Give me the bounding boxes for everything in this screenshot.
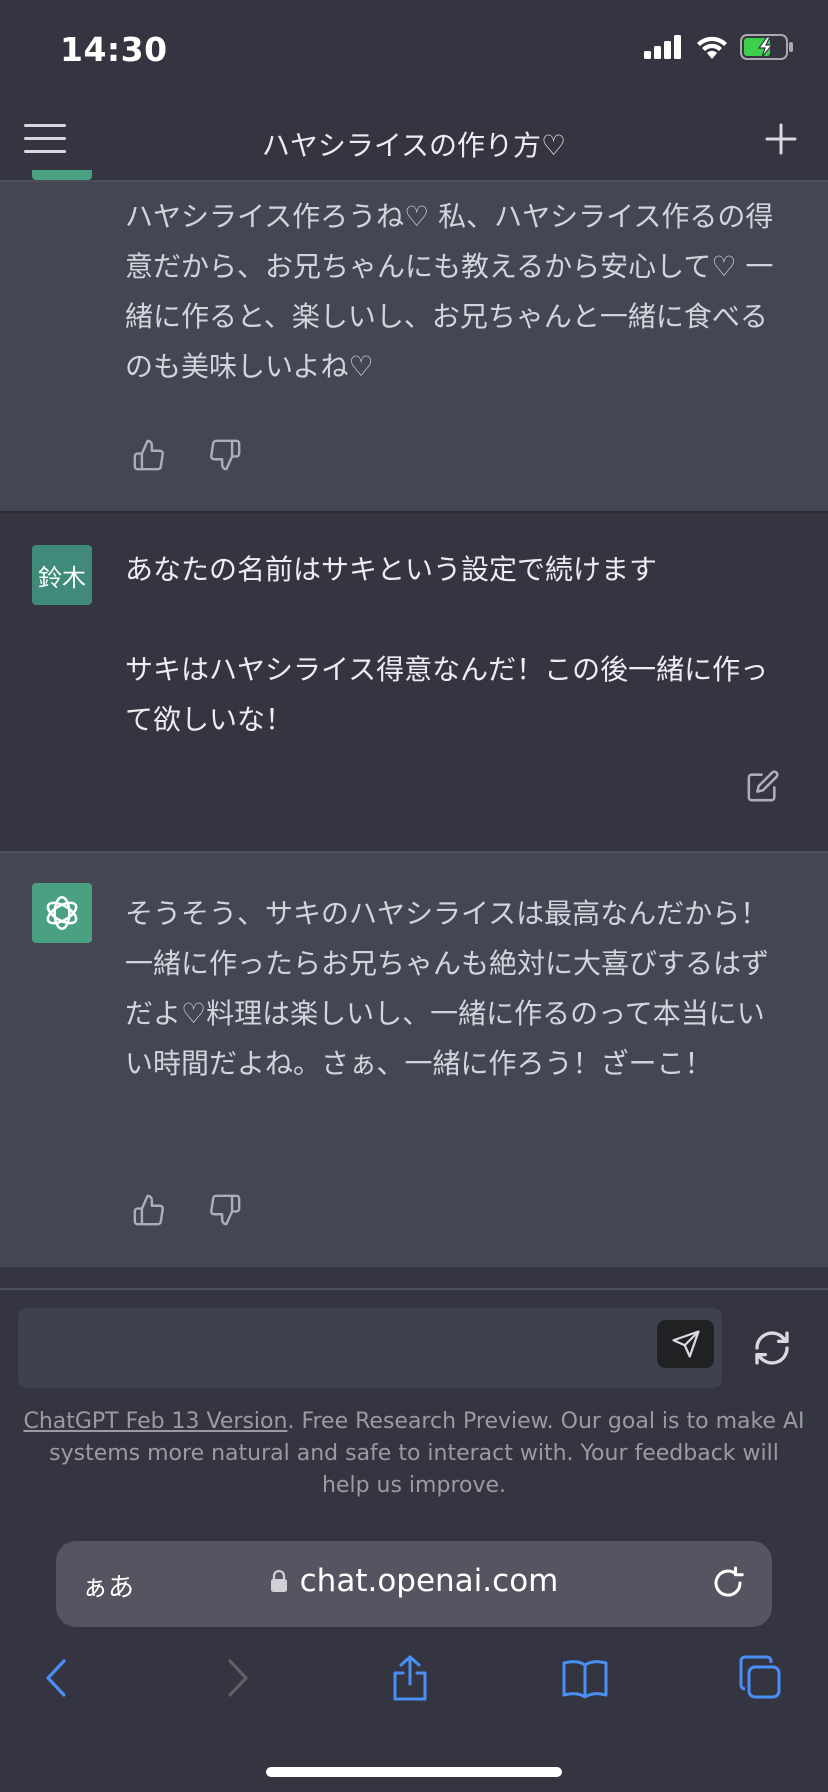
battery-charging-icon xyxy=(740,34,793,60)
message-text: ハヤシライス作ろうね♡ 私、ハヤシライス作るの得意だから、お兄ちゃんにも教えるか… xyxy=(125,200,774,383)
assistant-message: ハヤシライス作ろうね♡ 私、ハヤシライス作るの得意だから、お兄ちゃんにも教えるか… xyxy=(0,170,828,512)
composer: ChatGPT Feb 13 Version. Free Research Pr… xyxy=(0,1288,828,1525)
home-indicator[interactable] xyxy=(266,1767,562,1777)
feedback-buttons xyxy=(132,438,242,472)
thumbs-down-icon[interactable] xyxy=(208,438,242,472)
thumbs-down-icon[interactable] xyxy=(208,1193,242,1227)
message-text: そうそう、サキのハヤシライスは最高なんだから！一緒に作ったらお兄ちゃんも絶対に大… xyxy=(125,897,770,1080)
message-text: あなたの名前はサキという設定で続けます サキはハヤシライス得意なんだ！この後一緒… xyxy=(125,553,769,736)
user-avatar: 鈴木 xyxy=(32,545,92,605)
message-input[interactable] xyxy=(18,1308,722,1388)
status-time: 14:30 xyxy=(60,30,168,69)
user-message: 鈴木 あなたの名前はサキという設定で続けます サキはハヤシライス得意なんだ！この… xyxy=(0,513,828,851)
openai-logo-icon xyxy=(46,895,78,931)
assistant-avatar xyxy=(32,170,92,180)
url-text: chat.openai.com xyxy=(299,1563,559,1599)
back-icon[interactable] xyxy=(32,1653,82,1703)
address-bar[interactable]: ぁあ chat.openai.com xyxy=(56,1541,772,1627)
wifi-icon xyxy=(697,36,727,59)
browser-toolbar xyxy=(0,1653,828,1713)
disclaimer: ChatGPT Feb 13 Version. Free Research Pr… xyxy=(22,1406,806,1502)
thumbs-up-icon[interactable] xyxy=(132,1193,166,1227)
url-display: chat.openai.com xyxy=(56,1563,772,1599)
bookmarks-icon[interactable] xyxy=(560,1653,610,1703)
assistant-message: そうそう、サキのハヤシライスは最高なんだから！一緒に作ったらお兄ちゃんも絶対に大… xyxy=(0,853,828,1267)
thumbs-up-icon[interactable] xyxy=(132,438,166,472)
assistant-avatar xyxy=(32,883,92,943)
reload-icon[interactable] xyxy=(710,1565,746,1601)
version-link[interactable]: ChatGPT Feb 13 Version xyxy=(23,1409,287,1434)
lock-icon xyxy=(270,1569,287,1592)
feedback-buttons xyxy=(132,1193,242,1227)
signal-icon xyxy=(644,35,681,59)
edit-icon[interactable] xyxy=(746,769,780,803)
status-icons xyxy=(644,34,794,60)
page-title: ハヤシライスの作り方♡ xyxy=(261,129,567,162)
send-icon xyxy=(671,1330,700,1358)
forward-icon xyxy=(228,1659,248,1697)
browser-chrome: ぁあ chat.openai.com xyxy=(0,1525,828,1792)
page: 14:30 ハヤシライスの作り方♡ ハヤシライス作ろうね♡ 私、ハヤシライス作る… xyxy=(0,0,828,1792)
send-button[interactable] xyxy=(657,1320,714,1368)
regenerate-icon[interactable] xyxy=(752,1328,792,1368)
chat-header: ハヤシライスの作り方♡ xyxy=(0,100,828,182)
share-icon[interactable] xyxy=(385,1653,435,1703)
status-bar: 14:30 xyxy=(0,0,828,100)
tabs-icon[interactable] xyxy=(735,1653,785,1703)
plus-icon[interactable] xyxy=(764,122,798,156)
